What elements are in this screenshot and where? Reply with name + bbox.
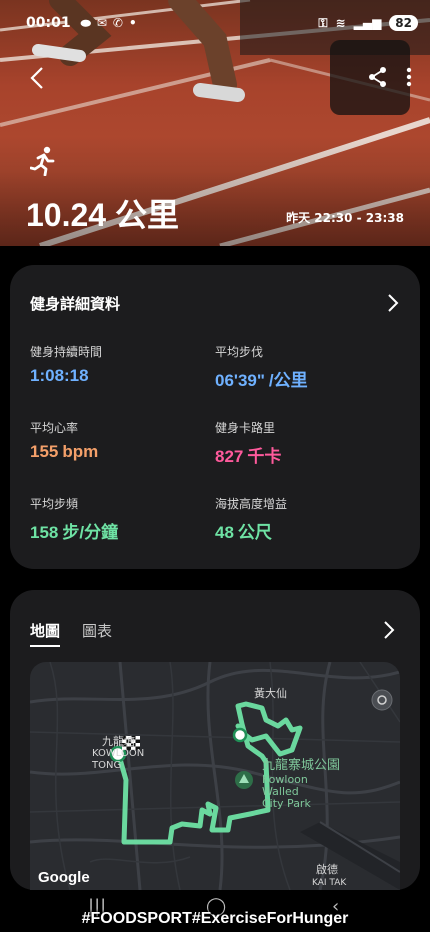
metric-avg-pace: 平均步伐 06'39"/公里: [215, 343, 395, 391]
tab-map[interactable]: 地圖: [30, 620, 61, 647]
signal-icon: ▂▄▆: [353, 16, 382, 30]
metric-duration: 健身持續時間 1:08:18: [30, 343, 210, 386]
more-notifications-icon: •: [128, 16, 137, 30]
metric-unit: 公尺: [237, 523, 272, 542]
map-label-kowloon-tong-en: KOWLOON TONG: [92, 748, 145, 771]
back-arrow-icon[interactable]: [28, 66, 48, 90]
chevron-right-icon[interactable]: [382, 620, 396, 640]
status-bar: 00:01 ⬬ ✉ ✆ • ⚿ ≋ ▂▄▆ 82: [26, 12, 418, 34]
whatsapp-icon: ✆: [112, 16, 123, 30]
status-time: 00:01: [26, 15, 71, 31]
map-label-wong-tai-sin: 黃大仙: [254, 687, 287, 700]
metric-unit: 千卡: [247, 447, 282, 466]
metric-value: 158: [30, 523, 59, 542]
map-label-walled-city: 九龍寨城公園: [262, 758, 341, 773]
map-label-kai-tak: 啟德: [316, 863, 338, 876]
mail-icon: ✉: [96, 16, 107, 30]
workout-hero-image: 00:01 ⬬ ✉ ✆ • ⚿ ≋ ▂▄▆ 82 10.24 公里 昨天 22:…: [0, 0, 430, 246]
hashtag-watermark: #FOODSPORT#ExerciseForHunger: [81, 910, 349, 927]
metric-calories: 健身卡路里 827 千卡: [215, 419, 395, 467]
share-icon[interactable]: [368, 66, 388, 92]
metric-value: 06'39": [215, 371, 265, 390]
key-icon: ⚿: [318, 15, 328, 30]
notification-icon: ⬬: [80, 15, 91, 30]
metric-label: 平均步伐: [215, 345, 264, 359]
map-label-kai-tak-en: KAI TAK: [312, 878, 347, 888]
metric-label: 平均步頻: [30, 497, 79, 511]
metric-unit: 步/分鐘: [62, 523, 119, 542]
metric-avg-cadence: 平均步頻 158 步/分鐘: [30, 495, 210, 543]
workout-date-range: 昨天 22:30 - 23:38: [286, 211, 404, 225]
card-title: 健身詳細資料: [30, 294, 121, 313]
more-options-icon[interactable]: [406, 66, 412, 92]
battery-indicator: 82: [389, 15, 418, 31]
metric-value: 827: [215, 447, 244, 466]
metric-label: 海拔高度增益: [215, 497, 288, 511]
chevron-right-icon[interactable]: [386, 293, 400, 313]
map-label-walled-city-en: Kowloon Walled City Park: [262, 773, 311, 810]
workout-details-card[interactable]: 健身詳細資料 健身持續時間 1:08:18 平均步伐 06'39"/公里 平均心…: [10, 265, 420, 569]
metric-avg-heart-rate: 平均心率 155 bpm: [30, 419, 210, 462]
metric-value: 1:08:18: [30, 366, 89, 385]
metric-elevation-gain: 海拔高度增益 48 公尺: [215, 495, 395, 543]
metric-value: 48: [215, 523, 234, 542]
running-icon: [30, 146, 55, 176]
metric-label: 平均心率: [30, 421, 79, 435]
google-logo: Google: [38, 869, 90, 886]
metric-value: 155: [30, 442, 59, 461]
map-background: [30, 662, 400, 890]
metric-unit: bpm: [62, 442, 99, 461]
wifi-icon: ≋: [335, 16, 346, 30]
route-map[interactable]: 九龍塘 KOWLOON TONG 黃大仙 九龍寨城公園 Kowloon Wall…: [30, 662, 400, 890]
map-label-kowloon-tong: 九龍塘: [102, 735, 135, 748]
route-map-card: 地圖 圖表 九龍塘 KOWLOON TONG 黃大仙 九龍寨城公園 Kowloo…: [10, 590, 420, 890]
metric-label: 健身卡路里: [215, 421, 276, 435]
metric-unit: /公里: [268, 371, 308, 390]
metric-label: 健身持續時間: [30, 345, 103, 359]
tab-chart[interactable]: 圖表: [82, 620, 112, 647]
workout-distance: 10.24 公里: [26, 197, 179, 233]
